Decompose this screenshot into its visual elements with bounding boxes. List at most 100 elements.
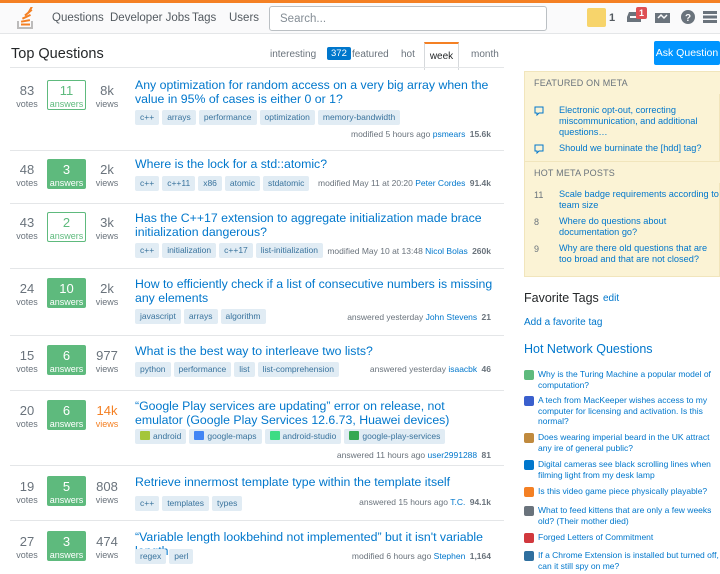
favorite-tags-edit-link[interactable]: edit (603, 293, 619, 304)
nav-developer-jobs[interactable]: Developer Jobs (110, 12, 190, 24)
question-title-link[interactable]: How to efficiently check if a list of co… (135, 277, 495, 305)
search-input[interactable] (269, 6, 547, 31)
tag[interactable]: arrays (183, 309, 218, 324)
tag[interactable]: python (135, 362, 171, 377)
user-link[interactable]: T.C. (450, 497, 465, 507)
user-link[interactable]: isaacbk (448, 364, 477, 374)
tag[interactable]: atomic (224, 176, 260, 191)
tab-hot[interactable]: hot (401, 49, 415, 60)
question-title-link[interactable]: Has the C++17 extension to aggregate ini… (135, 211, 495, 239)
hot-network-question-link[interactable]: Is this video game piece physically play… (538, 486, 720, 497)
user-link[interactable]: John Stevens (426, 312, 478, 322)
nav-tags[interactable]: Tags (192, 12, 216, 24)
featured-meta-link[interactable]: Should we burninate the [hdd] tag? (559, 143, 719, 154)
featured-count-badge[interactable]: 372 (327, 47, 351, 60)
hot-meta-link[interactable]: Where do questions about documentation g… (559, 216, 719, 238)
hot-network-question-link[interactable]: A tech from MacKeeper wishes access to m… (538, 395, 720, 427)
tag[interactable]: c++ (135, 496, 160, 511)
meta-action[interactable]: modified May 11 at 20:20 (318, 178, 413, 188)
user-link[interactable]: Peter Cordes (415, 178, 465, 188)
tag[interactable]: android (135, 429, 187, 444)
tag[interactable]: javascript (135, 309, 181, 324)
nav-users[interactable]: Users (229, 12, 259, 24)
tag[interactable]: optimization (259, 110, 315, 125)
user-link[interactable]: user2991288 (428, 450, 478, 460)
tag[interactable]: list-initialization (255, 243, 323, 258)
tag[interactable]: android-studio (264, 429, 342, 444)
tag[interactable]: stdatomic (262, 176, 310, 191)
hot-network-question-link[interactable]: Why is the Turing Machine a popular mode… (538, 369, 720, 390)
hot-network-question-link[interactable]: Digital cameras see black scrolling line… (538, 459, 720, 480)
user-link[interactable]: Stephen (434, 551, 466, 561)
meta-action[interactable]: answered yesterday (347, 312, 423, 322)
meta-action[interactable]: modified May 10 at 13:48 (327, 246, 422, 256)
hot-meta-link[interactable]: Scale badge requirements according to te… (559, 189, 719, 211)
help-icon[interactable]: ? (681, 10, 695, 24)
tag[interactable]: c++ (135, 110, 160, 125)
hot-network-question[interactable]: Digital cameras see black scrolling line… (524, 459, 720, 483)
featured-meta-link[interactable]: Electronic opt-out, correcting miscommun… (559, 105, 719, 138)
question-title-link[interactable]: Retrieve innermost template type within … (135, 475, 495, 489)
tag[interactable]: c++11 (162, 176, 196, 191)
tag[interactable]: perl (169, 549, 194, 564)
nav-questions[interactable]: Questions (52, 12, 104, 24)
hot-meta-item[interactable]: 8 Where do questions about documentation… (534, 216, 716, 240)
site-switcher-icon[interactable] (703, 10, 717, 24)
tab-featured[interactable]: featured (352, 49, 389, 60)
question-title-link[interactable]: Where is the lock for a std::atomic? (135, 157, 495, 171)
tag[interactable]: regex (135, 549, 167, 564)
meta-action[interactable]: answered 15 hours ago (359, 497, 448, 507)
hot-network-question[interactable]: A tech from MacKeeper wishes access to m… (524, 395, 720, 426)
hot-network-question-link[interactable]: What to feed kittens that are only a few… (538, 505, 720, 526)
ask-question-button[interactable]: Ask Question (654, 41, 720, 65)
hot-network-questions-heading[interactable]: Hot Network Questions (524, 342, 653, 356)
meta-action[interactable]: modified 6 hours ago (352, 551, 431, 561)
tag[interactable]: list-comprehension (257, 362, 339, 377)
user-link[interactable]: psmears (433, 129, 466, 139)
tab-interesting[interactable]: interesting (270, 49, 316, 60)
hot-network-question[interactable]: If a Chrome Extension is installed but t… (524, 550, 720, 574)
tag[interactable]: c++ (135, 176, 160, 191)
user-link[interactable]: Nicol Bolas (425, 246, 468, 256)
add-favorite-tag-link[interactable]: Add a favorite tag (524, 317, 602, 328)
hot-meta-link[interactable]: Why are there old questions that are too… (559, 243, 719, 265)
tag[interactable]: arrays (162, 110, 196, 125)
question-title-link[interactable]: Any optimization for random access on a … (135, 78, 495, 106)
tag[interactable]: google-maps (189, 429, 262, 444)
tab-week[interactable]: week (424, 42, 459, 70)
tag[interactable]: performance (173, 362, 232, 377)
tag[interactable]: initialization (162, 243, 217, 258)
tag[interactable]: x86 (198, 176, 222, 191)
avatar[interactable] (587, 8, 606, 27)
question-title-link[interactable]: What is the best way to interleave two l… (135, 344, 495, 358)
hot-network-question[interactable]: Why is the Turing Machine a popular mode… (524, 369, 720, 393)
question-title-link[interactable]: “Google Play services are updating” erro… (135, 399, 495, 427)
tag[interactable]: types (212, 496, 243, 511)
meta-action[interactable]: answered 11 hours ago (337, 450, 425, 460)
hot-meta-item[interactable]: 9 Why are there old questions that are t… (534, 243, 716, 267)
featured-meta-item[interactable]: Electronic opt-out, correcting miscommun… (534, 105, 716, 139)
tag[interactable]: algorithm (220, 309, 266, 324)
tab-month[interactable]: month (471, 49, 499, 60)
meta-action[interactable]: modified 5 hours ago (351, 129, 430, 139)
tag[interactable]: c++ (135, 243, 160, 258)
stack-overflow-logo-icon[interactable] (15, 7, 37, 31)
tag[interactable]: performance (198, 110, 257, 125)
featured-meta-item[interactable]: Should we burninate the [hdd] tag? (534, 143, 716, 157)
achievements-icon[interactable] (655, 10, 670, 24)
tag[interactable]: google-play-services (344, 429, 446, 444)
tag[interactable]: templates (162, 496, 210, 511)
tag[interactable]: memory-bandwidth (317, 110, 401, 125)
hot-network-question-link[interactable]: Does wearing imperial beard in the UK at… (538, 432, 720, 453)
hot-network-question-link[interactable]: Forged Letters of Commitment (538, 532, 720, 543)
hot-network-question[interactable]: Does wearing imperial beard in the UK at… (524, 432, 720, 456)
question-row: 83 votes 11 answers 8k views Any optimiza… (10, 68, 504, 151)
hot-network-question-link[interactable]: If a Chrome Extension is installed but t… (538, 550, 720, 571)
meta-action[interactable]: answered yesterday (370, 364, 446, 374)
tag[interactable]: c++17 (219, 243, 253, 258)
hot-meta-item[interactable]: 11 Scale badge requirements according to… (534, 189, 719, 213)
vote-number: 19 (19, 479, 35, 494)
tag[interactable]: list (234, 362, 255, 377)
hot-network-question[interactable]: What to feed kittens that are only a few… (524, 505, 720, 529)
view-label: views (95, 419, 119, 429)
